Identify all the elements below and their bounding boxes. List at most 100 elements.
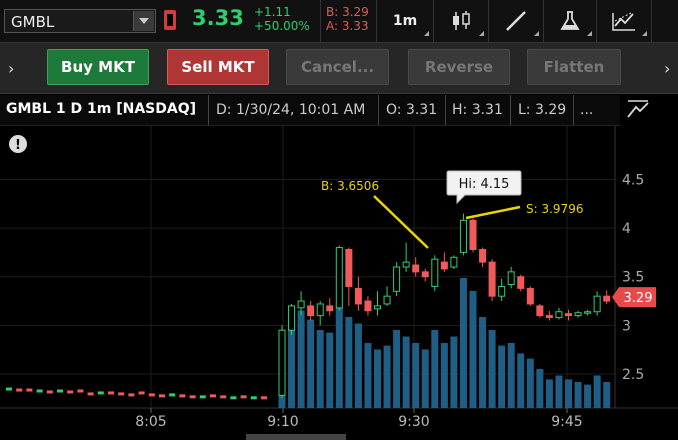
y-tick-label: 4: [622, 221, 631, 237]
drawing-button[interactable]: [489, 0, 543, 42]
premarket-bar: [67, 390, 74, 394]
price-chart[interactable]: ! B: 3.6506 S: 3.9796 Hi: 4.15 3.29 2.5 3 3.5…: [0, 126, 678, 440]
drawing-line-icon: [506, 11, 526, 31]
candle-down: [488, 261, 496, 297]
premarket-bar: [97, 391, 104, 395]
premarket-bar: [189, 395, 196, 399]
volume-bar: [335, 304, 343, 408]
candle-up: [278, 329, 286, 396]
price-change: +1.11 +50.00%: [254, 5, 310, 33]
volume-bar: [498, 345, 506, 408]
flatten-button[interactable]: Flatten: [527, 49, 621, 85]
volume-bar: [316, 330, 324, 408]
bid-annotation-text: B: 3.6506: [321, 179, 379, 193]
premarket-bar: [46, 390, 53, 394]
time-scrollbar[interactable]: [246, 434, 346, 440]
volume-bar: [526, 358, 534, 408]
volume-bar: [574, 382, 582, 408]
link-color-icon[interactable]: [164, 10, 176, 30]
net-change: +1.11: [254, 5, 291, 19]
symbol-selector[interactable]: GMBL: [4, 9, 156, 33]
y-tick-label: 3: [622, 318, 631, 334]
candle-down: [354, 287, 362, 305]
volume-bar: [555, 375, 563, 408]
expand-arrow-icon[interactable]: ›: [8, 59, 14, 78]
bar-open: O: 3.31: [386, 102, 438, 118]
premarket-bar: [250, 396, 257, 400]
timeframe-button[interactable]: 1m: [377, 0, 433, 42]
candle-up: [431, 258, 439, 287]
high-label-text: Hi: 4.15: [459, 177, 510, 192]
svg-text:!: !: [15, 138, 21, 153]
premarket-bar: [148, 393, 155, 397]
candle-down: [307, 305, 315, 317]
patterns-icon: [612, 12, 635, 31]
volume-bar: [326, 332, 334, 408]
chart-title: GMBL 1 D 1m [NASDAQ]: [6, 101, 196, 117]
premarket-bar: [261, 396, 267, 400]
candle-up: [335, 247, 343, 309]
ask-price: A: 3.33: [326, 19, 369, 33]
bar-low: L: 3.29: [518, 102, 567, 118]
candle-down: [345, 248, 353, 287]
reverse-button[interactable]: Reverse: [408, 49, 510, 85]
sell-market-button[interactable]: Sell MKT: [167, 49, 269, 85]
volume-bar: [517, 353, 525, 408]
volume-bar: [288, 327, 296, 408]
premarket-bar: [230, 396, 237, 400]
symbol-dropdown-button[interactable]: [133, 11, 154, 31]
cancel-button[interactable]: Cancel...: [286, 49, 389, 85]
volume-bar: [374, 349, 381, 408]
candle-down: [326, 305, 334, 312]
candle-up: [288, 305, 296, 331]
candle-down: [469, 219, 477, 250]
volume-bar: [431, 330, 439, 408]
candle-up: [374, 305, 381, 310]
premarket-bar: [16, 388, 23, 392]
premarket-bar: [77, 389, 84, 393]
x-tick-label: 8:05: [135, 414, 166, 430]
volume-bar: [383, 345, 391, 408]
timeframe-label: 1m: [392, 13, 418, 29]
candle-down: [412, 264, 420, 273]
candle-up: [393, 266, 401, 292]
price-axis-settings-icon[interactable]: [624, 97, 652, 123]
premarket-bar: [36, 389, 43, 393]
candle-up: [593, 295, 601, 313]
chart-style-button[interactable]: [434, 0, 488, 42]
candle-down: [364, 300, 372, 312]
scroll-right-arrow-icon[interactable]: ›: [664, 59, 670, 78]
chart-header: GMBL 1 D 1m [NASDAQ] D: 1/30/24, 10:01 A…: [0, 95, 620, 126]
more-values[interactable]: ...: [580, 102, 593, 118]
volume-bar: [488, 330, 496, 408]
x-tick-label: 9:10: [267, 414, 298, 430]
top-toolbar: GMBL 3.33 +1.11 +50.00% B: 3.29 A: 3.33 …: [0, 0, 678, 43]
volume-bar: [469, 291, 477, 408]
candle-up: [297, 300, 305, 309]
candle-up: [459, 219, 467, 253]
volume-bar: [603, 382, 611, 408]
last-price: 3.33: [192, 6, 244, 30]
candle-down: [421, 271, 429, 278]
premarket-bar: [159, 394, 165, 398]
candle-up: [507, 271, 515, 286]
bar-date: D: 1/30/24, 10:01 AM: [216, 102, 366, 118]
volume-bar: [507, 343, 515, 408]
candle-down: [545, 315, 553, 319]
buy-market-button[interactable]: Buy MKT: [47, 49, 149, 85]
candle-up: [498, 285, 506, 297]
premarket-bar: [26, 388, 33, 392]
premarket-bar: [138, 391, 145, 395]
volume-bar: [412, 343, 420, 408]
x-tick-label: 9:30: [398, 414, 429, 430]
patterns-button[interactable]: [597, 0, 651, 42]
candle-up: [555, 311, 563, 319]
candle-down: [440, 261, 448, 270]
studies-button[interactable]: [544, 0, 596, 42]
volume-bar: [297, 310, 305, 408]
candle-down: [536, 305, 544, 317]
candle-up: [316, 303, 324, 317]
y-tick-label: 4.5: [622, 172, 644, 188]
y-tick-label: 3.5: [622, 270, 644, 286]
candles-style-icon: [453, 11, 470, 30]
